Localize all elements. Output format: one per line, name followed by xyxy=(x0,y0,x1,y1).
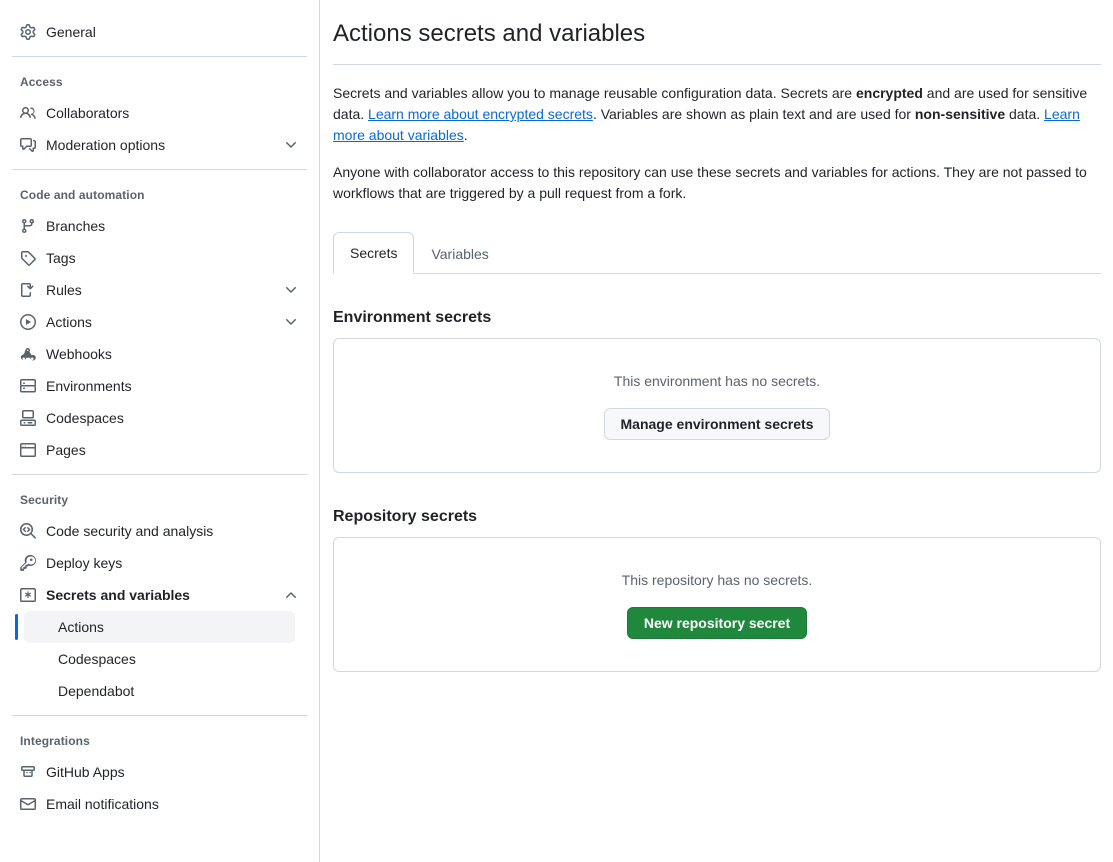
sidebar-subnav-secrets-and-variables: Actions Codespaces Dependabot xyxy=(12,611,307,707)
sidebar-item-label: Secrets and variables xyxy=(46,587,190,603)
chevron-up-icon xyxy=(283,587,299,603)
rules-icon xyxy=(20,282,36,298)
sidebar-item-label: Email notifications xyxy=(46,796,159,812)
desc-text-4: data. xyxy=(1005,106,1045,122)
sidebar-item-label: Codespaces xyxy=(46,410,124,426)
tab-variables[interactable]: Variables xyxy=(414,233,505,274)
main-content: Actions secrets and variables Secrets an… xyxy=(320,0,1113,862)
desc-text-5: . xyxy=(463,127,468,143)
sidebar-subitem-label: Codespaces xyxy=(58,651,136,667)
sidebar-item-branches[interactable]: Branches xyxy=(12,210,307,242)
comment-discussion-icon xyxy=(20,137,36,153)
browser-icon xyxy=(20,442,36,458)
sidebar-item-code-security-and-analysis[interactable]: Code security and analysis xyxy=(12,515,307,547)
sidebar-item-moderation-options[interactable]: Moderation options xyxy=(12,129,307,161)
sidebar-item-label: Tags xyxy=(46,250,76,266)
nav-group-code-and-automation: Code and automation Branches Tags Rules xyxy=(0,170,319,474)
settings-page: General Access Collaborators Moderation … xyxy=(0,0,1113,862)
sidebar-item-environments[interactable]: Environments xyxy=(12,370,307,402)
asterisk-icon xyxy=(20,587,36,603)
tab-navigation: Secrets Variables xyxy=(333,232,1101,274)
nav-group-integrations: Integrations GitHub Apps Email notificat… xyxy=(0,716,319,828)
sidebar-group-title-integrations: Integrations xyxy=(20,734,90,748)
sidebar-item-collaborators[interactable]: Collaborators xyxy=(12,97,307,129)
nav-group-access: Access Collaborators Moderation options xyxy=(0,57,319,169)
sidebar-item-label: Collaborators xyxy=(46,105,130,121)
manage-environment-secrets-button[interactable]: Manage environment secrets xyxy=(603,408,831,440)
codespaces-icon xyxy=(20,410,36,426)
play-circle-icon xyxy=(20,314,36,330)
sidebar-item-github-apps[interactable]: GitHub Apps xyxy=(12,756,307,788)
sidebar-item-rules[interactable]: Rules xyxy=(12,274,307,306)
nav-group-security: Security Code security and analysis Depl… xyxy=(0,475,319,715)
sidebar-item-email-notifications[interactable]: Email notifications xyxy=(12,788,307,820)
sidebar-subitem-dependabot[interactable]: Dependabot xyxy=(24,675,295,707)
tag-icon xyxy=(20,250,36,266)
sidebar-subitem-label: Actions xyxy=(58,619,104,635)
sidebar-item-actions[interactable]: Actions xyxy=(12,306,307,338)
environment-secrets-panel: This environment has no secrets. Manage … xyxy=(333,338,1101,473)
gear-icon xyxy=(20,24,36,40)
chevron-down-icon xyxy=(283,314,299,330)
nav-group-top: General xyxy=(0,0,319,56)
desc-text-1: Secrets and variables allow you to manag… xyxy=(333,85,856,101)
new-repository-secret-button[interactable]: New repository secret xyxy=(626,607,808,639)
description-paragraph-2: Anyone with collaborator access to this … xyxy=(333,164,1087,201)
sidebar-group-title-access: Access xyxy=(20,75,63,89)
github-apps-icon xyxy=(20,764,36,780)
sidebar-item-label: GitHub Apps xyxy=(46,764,125,780)
sidebar-group-title-security: Security xyxy=(20,493,69,507)
people-icon xyxy=(20,105,36,121)
repository-secrets-panel: This repository has no secrets. New repo… xyxy=(333,537,1101,672)
sidebar-item-codespaces[interactable]: Codespaces xyxy=(12,402,307,434)
sidebar-item-deploy-keys[interactable]: Deploy keys xyxy=(12,547,307,579)
key-icon xyxy=(20,555,36,571)
chevron-down-icon xyxy=(283,282,299,298)
sidebar-subitem-actions[interactable]: Actions xyxy=(15,611,295,643)
page-title: Actions secrets and variables xyxy=(333,18,1101,65)
repository-secrets-title: Repository secrets xyxy=(333,508,478,525)
sidebar-item-label: Actions xyxy=(46,314,92,330)
description-paragraph-1: Secrets and variables allow you to manag… xyxy=(333,83,1101,146)
codescan-icon xyxy=(20,523,36,539)
sidebar-item-label: Branches xyxy=(46,218,106,234)
desc-bold-non-sensitive: non-sensitive xyxy=(914,106,1006,122)
git-branch-icon xyxy=(20,218,36,234)
sidebar-item-tags[interactable]: Tags xyxy=(12,242,307,274)
environment-secrets-title: Environment secrets xyxy=(333,309,492,326)
settings-sidebar: General Access Collaborators Moderation … xyxy=(0,0,320,862)
sidebar-item-pages[interactable]: Pages xyxy=(12,434,307,466)
sidebar-item-webhooks[interactable]: Webhooks xyxy=(12,338,307,370)
sidebar-item-label: Code security and analysis xyxy=(46,523,214,539)
sidebar-subitem-label: Dependabot xyxy=(58,683,135,699)
webhook-icon xyxy=(20,346,36,362)
mail-icon xyxy=(20,796,36,812)
link-encrypted-secrets[interactable]: Learn more about encrypted secrets xyxy=(368,106,593,122)
sidebar-item-secrets-and-variables[interactable]: Secrets and variables xyxy=(12,579,307,611)
server-icon xyxy=(20,378,36,394)
sidebar-item-general[interactable]: General xyxy=(12,16,307,48)
sidebar-item-label: Deploy keys xyxy=(46,555,123,571)
desc-text-3: . Variables are shown as plain text and … xyxy=(592,106,915,122)
tab-secrets[interactable]: Secrets xyxy=(333,232,415,274)
sidebar-item-label: Pages xyxy=(46,442,86,458)
sidebar-item-label: General xyxy=(46,24,96,40)
sidebar-item-label: Moderation options xyxy=(46,137,166,153)
sidebar-item-label: Rules xyxy=(46,282,82,298)
sidebar-group-title-code-and-automation: Code and automation xyxy=(20,188,145,202)
chevron-down-icon xyxy=(283,137,299,153)
sidebar-subitem-codespaces[interactable]: Codespaces xyxy=(24,643,295,675)
environment-secrets-empty-text: This environment has no secrets. xyxy=(613,373,821,389)
sidebar-item-label: Environments xyxy=(46,378,132,394)
repository-secrets-empty-text: This repository has no secrets. xyxy=(621,572,813,588)
desc-bold-encrypted: encrypted xyxy=(855,85,923,101)
sidebar-item-label: Webhooks xyxy=(46,346,112,362)
